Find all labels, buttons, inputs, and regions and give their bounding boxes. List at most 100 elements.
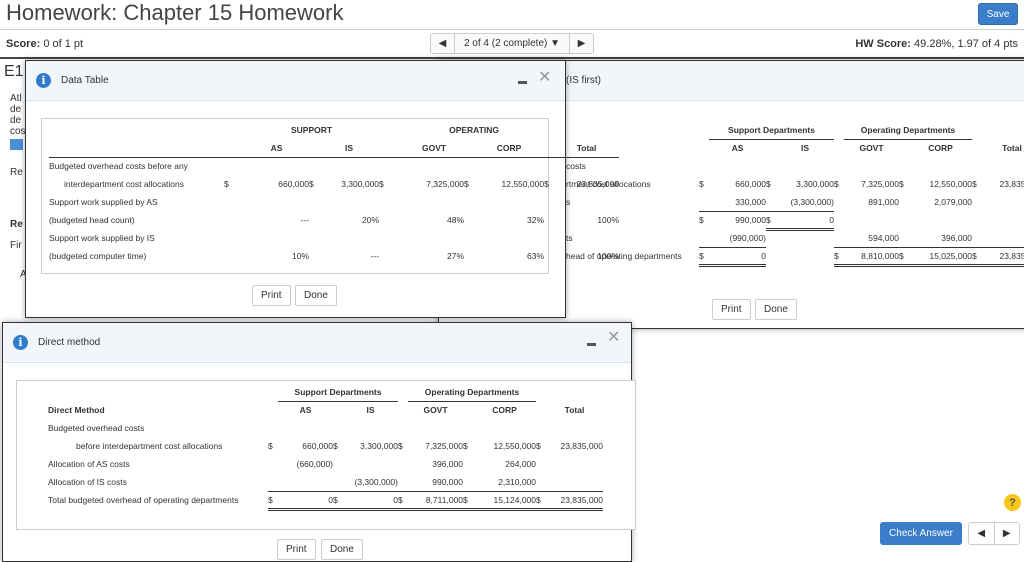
- cell-value: 23,835,000: [576, 179, 620, 189]
- cell-value: [343, 419, 398, 437]
- row-header: Direct Method: [48, 405, 105, 415]
- table-icon[interactable]: [10, 139, 23, 150]
- cell-value: [474, 229, 544, 247]
- cell-value: [473, 419, 536, 437]
- row-label: Support work supplied by AS: [49, 197, 158, 207]
- row-label: Allocation of AS costs: [48, 459, 130, 469]
- cell-value: ---: [370, 251, 380, 261]
- done-button[interactable]: Done: [755, 299, 797, 320]
- cell-value: 2,079,000: [934, 197, 973, 207]
- row-label: interdepartment cost allocations: [64, 179, 185, 189]
- dollar-sign: [224, 229, 244, 247]
- cell-value: 8,711,000: [408, 491, 463, 511]
- table-row: rtment cost allocations $660,000 $3,300,00…: [566, 175, 1024, 193]
- hw-score-value: 49.28%, 1.97 of 4 pts: [914, 38, 1018, 50]
- dollar-sign: $: [333, 491, 343, 511]
- table-row: interdepartment cost allocations $660,000…: [49, 175, 619, 193]
- dollar-sign: [398, 455, 408, 473]
- check-answer-button[interactable]: Check Answer: [880, 522, 962, 545]
- dollar-sign: [834, 229, 844, 248]
- cell-value: 12,550,000: [929, 179, 973, 189]
- dollar-sign: [464, 193, 474, 211]
- cell-value: [546, 419, 603, 437]
- divider: [0, 57, 1024, 59]
- spacer: [546, 383, 603, 401]
- dollar-sign: [972, 229, 983, 248]
- dollar-sign: [379, 211, 404, 229]
- dollar-sign: [309, 157, 319, 175]
- cell-value: 396,000: [909, 229, 973, 248]
- cell-value: 23,835,000: [546, 491, 604, 511]
- dollar-sign: [834, 211, 844, 229]
- cell-value: [319, 229, 379, 247]
- save-button[interactable]: Save: [978, 3, 1018, 25]
- dollar-sign: [379, 229, 404, 247]
- cell-value: 3,300,000: [796, 179, 834, 189]
- dollar-sign: [463, 419, 473, 437]
- col-as: AS: [299, 405, 312, 416]
- help-button[interactable]: ?: [1004, 494, 1021, 511]
- print-button[interactable]: Print: [712, 299, 751, 320]
- dollar-sign: [464, 229, 474, 247]
- dollar-sign: [398, 419, 408, 437]
- done-button[interactable]: Done: [321, 539, 363, 560]
- print-button[interactable]: Print: [277, 539, 316, 560]
- cell-value: 0: [343, 491, 398, 511]
- done-button[interactable]: Done: [295, 285, 337, 306]
- dollar-sign: [268, 455, 278, 473]
- dollar-sign: [379, 193, 404, 211]
- dollar-sign: [544, 247, 554, 265]
- next-question-button[interactable]: ▶: [569, 34, 593, 53]
- spacer: [766, 139, 776, 157]
- question-select[interactable]: 2 of 4 (2 complete) ▼: [455, 34, 569, 53]
- minimize-icon[interactable]: [518, 81, 527, 84]
- dollar-sign: $: [398, 441, 403, 451]
- row-label: Budgeted overhead costs: [48, 423, 145, 433]
- window-title: Direct method: [38, 337, 101, 348]
- dollar-sign: [834, 193, 844, 211]
- dollar-sign: $: [536, 441, 541, 451]
- data-table: SUPPORT OPERATING AS IS GOVT CORP Total Budgete…: [49, 121, 620, 265]
- table-row: Support work supplied by AS: [49, 193, 619, 211]
- table-row: Allocation of IS costs (3,300,000) 990,000…: [48, 473, 604, 492]
- prev-icon[interactable]: ◀: [969, 523, 995, 544]
- group-header-row: Support Departments Operating Departments: [48, 383, 603, 402]
- prev-question-button[interactable]: ◀: [431, 34, 455, 53]
- col-corp: CORP: [492, 405, 517, 416]
- cell-value: [408, 419, 463, 437]
- cell-value: (660,000): [296, 459, 333, 469]
- dollar-sign: [309, 211, 319, 229]
- bg-text: de: [10, 115, 22, 126]
- col-corp: CORP: [928, 143, 953, 154]
- spacer: [834, 139, 844, 157]
- spacer: [224, 121, 244, 139]
- close-icon[interactable]: ✕: [607, 327, 620, 347]
- cell-value: (990,000): [709, 229, 766, 248]
- dollar-sign: [972, 193, 982, 211]
- col-as: AS: [244, 139, 309, 158]
- dollar-sign: [766, 247, 776, 265]
- cell-value: 100%: [597, 215, 620, 225]
- dollar-sign: $: [899, 179, 904, 189]
- close-icon[interactable]: ✕: [538, 67, 551, 87]
- dollar-sign: [309, 193, 319, 211]
- spacer: [972, 139, 982, 157]
- group-header-row: Support Departments Operating Departments: [566, 121, 1024, 140]
- cell-value: 8,810,000: [844, 247, 899, 267]
- cell-value: 15,124,000: [473, 491, 537, 511]
- dollar-sign: [972, 157, 982, 175]
- next-icon[interactable]: ▶: [995, 523, 1020, 544]
- dollar-sign: [766, 157, 776, 175]
- dollar-sign: [544, 211, 554, 229]
- cell-value: 0: [709, 247, 766, 267]
- minimize-icon[interactable]: [587, 343, 596, 346]
- question-select-label: 2 of 4 (2 complete): [463, 38, 548, 49]
- cell-value: [554, 229, 619, 247]
- cell-value: [844, 211, 899, 229]
- print-button[interactable]: Print: [252, 285, 291, 306]
- group-operating: Operating Departments: [408, 383, 537, 402]
- col-corp: CORP: [474, 139, 545, 158]
- row-label: Allocation of IS costs: [48, 477, 127, 487]
- dollar-sign: $: [834, 247, 844, 267]
- dollar-sign: [398, 473, 408, 492]
